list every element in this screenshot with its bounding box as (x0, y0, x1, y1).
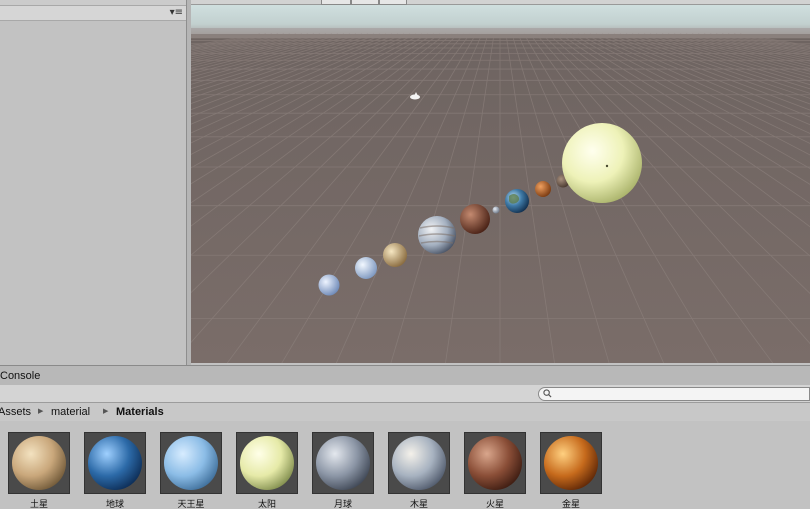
material-asset[interactable]: 地球 (82, 431, 146, 509)
scene-toolbar (191, 0, 810, 5)
material-label: 火星 (485, 500, 504, 509)
chevron-right-icon: ▶ (103, 407, 109, 415)
planet-saturn[interactable] (383, 243, 407, 267)
material-label: 土星 (29, 500, 48, 509)
material-asset[interactable]: 金星 (538, 431, 602, 509)
material-asset[interactable]: 木星 (386, 431, 450, 509)
material-sphere (240, 436, 294, 490)
material-label: 金星 (561, 500, 580, 509)
material-asset[interactable]: 太阳 (234, 431, 298, 509)
toolbar-button[interactable] (321, 0, 351, 5)
material-label: 天王星 (177, 500, 205, 509)
hierarchy-toolbar: ▾≡ (0, 5, 189, 21)
material-label: 太阳 (257, 500, 276, 509)
search-input[interactable] (538, 387, 810, 401)
breadcrumb: Assets ▶ material ▶ Materials (0, 403, 810, 421)
material-asset[interactable]: 火星 (462, 431, 526, 509)
planet-sun[interactable] (562, 123, 642, 203)
breadcrumb-material[interactable]: material (51, 406, 90, 418)
planet-uranus[interactable] (355, 257, 377, 279)
material-asset[interactable]: 天王星 (158, 431, 222, 509)
ground-plane (191, 34, 810, 363)
material-sphere (544, 436, 598, 490)
material-sphere (164, 436, 218, 490)
breadcrumb-assets[interactable]: Assets (0, 406, 31, 418)
chevron-right-icon: ▶ (38, 407, 44, 415)
panel-menu-icon[interactable]: ▾≡ (170, 7, 183, 18)
material-label: 地球 (105, 500, 124, 509)
material-asset[interactable]: 月球 (310, 431, 374, 509)
planet-venus[interactable] (535, 181, 551, 197)
material-thumbnail (540, 432, 602, 494)
search-icon (543, 389, 552, 398)
material-thumbnail (388, 432, 450, 494)
material-sphere (316, 436, 370, 490)
unity-editor-window: ▾≡ Console Assets ▶ material ▶ Materials… (0, 0, 810, 509)
material-sphere (12, 436, 66, 490)
material-thumbnail (236, 432, 298, 494)
material-thumbnail (312, 432, 374, 494)
scene-view[interactable] (191, 0, 810, 363)
material-sphere (468, 436, 522, 490)
material-sphere (392, 436, 446, 490)
toolbar-button[interactable] (379, 0, 407, 5)
planet-moon[interactable] (492, 206, 500, 214)
material-asset[interactable]: 土星 (6, 431, 70, 509)
breadcrumb-materials[interactable]: Materials (116, 406, 164, 418)
hierarchy-panel: ▾≡ (0, 0, 189, 365)
material-sphere (88, 436, 142, 490)
console-tab-bar: Console (0, 365, 810, 385)
console-tab[interactable]: Console (0, 370, 40, 382)
material-label: 月球 (333, 500, 352, 509)
project-toolbar (0, 385, 810, 403)
material-thumbnail (84, 432, 146, 494)
material-thumbnail (160, 432, 222, 494)
asset-grid: 土星 地球 天王星 太阳 月球 木星 火星 金星 (0, 421, 810, 509)
planet-neptune[interactable] (318, 274, 340, 296)
material-thumbnail (464, 432, 526, 494)
material-thumbnail (8, 432, 70, 494)
planet-mars[interactable] (460, 204, 490, 234)
sun-spot (605, 164, 609, 168)
scene-canvas[interactable] (191, 0, 810, 363)
toolbar-button[interactable] (351, 0, 379, 5)
material-label: 木星 (409, 500, 428, 509)
